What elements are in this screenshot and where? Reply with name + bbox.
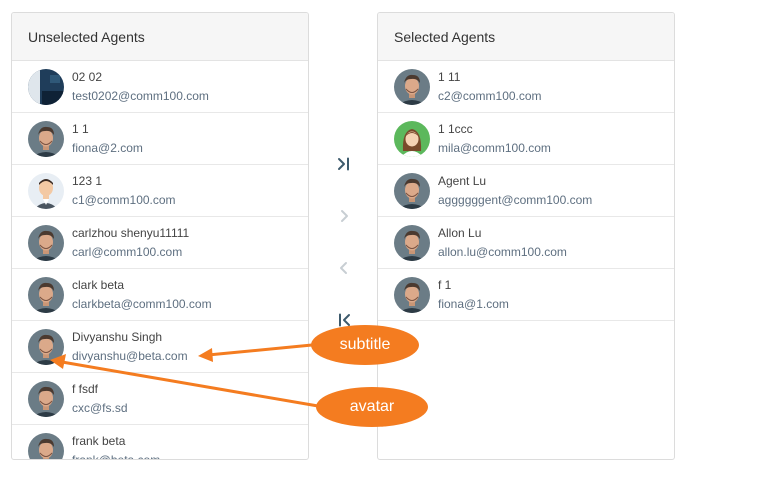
agent-list-item[interactable]: 02 02 test0202@comm100.com (12, 61, 308, 113)
agent-name: frank beta (72, 433, 126, 448)
agent-avatar (28, 224, 64, 261)
agent-info: 1 11 c2@comm100.com (438, 68, 542, 106)
agent-list-item[interactable]: 1 1 fiona@2.com (12, 113, 308, 165)
agent-name: 02 02 (72, 69, 103, 84)
agent-info: frank beta frank@beta.com (72, 432, 161, 460)
agent-avatar (28, 68, 64, 105)
agent-name: clark beta (72, 277, 125, 292)
agent-email: cxc@fs.sd (72, 400, 128, 415)
agent-email: divyanshu@beta.com (72, 348, 188, 363)
unselected-agents-list: 02 02 test0202@comm100.com 1 1 fiona@2.com 1… (12, 61, 308, 460)
agent-list-item[interactable]: Allon Lu allon.lu@comm100.com (378, 217, 674, 269)
agent-info: Allon Lu allon.lu@comm100.com (438, 224, 567, 262)
agent-email: aggggggent@comm100.com (438, 192, 593, 207)
chevron-left-icon (340, 262, 347, 274)
agent-list-item[interactable]: f 1 fiona@1.com (378, 269, 674, 321)
agent-email: c1@comm100.com (72, 192, 176, 207)
agent-avatar (394, 120, 430, 157)
agent-info: 1 1ccc mila@comm100.com (438, 120, 551, 158)
agent-name: carlzhou shenyu11111 (72, 225, 190, 240)
agent-list-item[interactable]: Agent Lu aggggggent@comm100.com (378, 165, 674, 217)
agent-info: f 1 fiona@1.com (438, 276, 509, 314)
agent-email: test0202@comm100.com (72, 88, 209, 103)
agent-list-item[interactable]: f fsdf cxc@fs.sd (12, 373, 308, 425)
agent-name: 1 1ccc (438, 121, 473, 136)
agent-email: c2@comm100.com (438, 88, 542, 103)
agent-avatar (28, 172, 64, 209)
agent-email: carl@comm100.com (72, 244, 183, 259)
move-all-right-icon (338, 157, 349, 171)
agent-avatar (394, 276, 430, 313)
agent-info: carlzhou shenyu11111 carl@comm100.com (72, 224, 189, 262)
agent-avatar (28, 380, 64, 417)
agent-name: 1 1 (72, 121, 89, 136)
agent-avatar (394, 172, 430, 209)
chevron-right-icon (341, 210, 348, 222)
agent-list-item[interactable]: Divyanshu Singh divyanshu@beta.com (12, 321, 308, 373)
agent-email: frank@beta.com (72, 452, 161, 460)
agent-name: Divyanshu Singh (72, 329, 163, 344)
move-left-button[interactable] (330, 254, 358, 282)
agent-list-item[interactable]: 1 1ccc mila@comm100.com (378, 113, 674, 165)
agent-avatar (394, 224, 430, 261)
agent-list-item[interactable]: clark beta clarkbeta@comm100.com (12, 269, 308, 321)
agent-list-item[interactable]: 1 11 c2@comm100.com (378, 61, 674, 113)
unselected-agents-panel: Unselected Agents 02 02 test0202@comm100.… (11, 12, 309, 460)
agent-list-item[interactable]: carlzhou shenyu11111 carl@comm100.com (12, 217, 308, 269)
agent-avatar (28, 276, 64, 313)
agent-avatar (28, 120, 64, 157)
panel-title: Selected Agents (378, 13, 674, 61)
subtitle-callout: subtitle (311, 325, 419, 365)
agent-avatar (28, 328, 64, 365)
selected-agents-panel: Selected Agents 1 11 c2@comm100.com 1 1ccc… (377, 12, 675, 460)
agent-email: allon.lu@comm100.com (438, 244, 567, 259)
agent-name: Allon Lu (438, 225, 482, 240)
move-all-right-button[interactable] (330, 150, 358, 178)
agent-info: clark beta clarkbeta@comm100.com (72, 276, 212, 314)
agent-name: 1 11 (438, 69, 461, 84)
agent-email: fiona@2.com (72, 140, 143, 155)
agent-info: f fsdf cxc@fs.sd (72, 380, 128, 418)
agent-avatar (394, 68, 430, 105)
agent-info: Agent Lu aggggggent@comm100.com (438, 172, 592, 210)
agent-name: f fsdf (72, 381, 99, 396)
agent-info: 02 02 test0202@comm100.com (72, 68, 209, 106)
panel-title: Unselected Agents (12, 13, 308, 61)
avatar-callout: avatar (316, 387, 428, 427)
agent-email: clarkbeta@comm100.com (72, 296, 212, 311)
move-right-button[interactable] (330, 202, 358, 230)
agent-list-item[interactable]: frank beta frank@beta.com (12, 425, 308, 460)
agent-name: 123 1 (72, 173, 103, 188)
agent-avatar (28, 432, 64, 459)
agent-list-item[interactable]: 123 1 c1@comm100.com (12, 165, 308, 217)
agent-email: fiona@1.com (438, 296, 509, 311)
agent-name: Agent Lu (438, 173, 487, 188)
agent-info: 123 1 c1@comm100.com (72, 172, 176, 210)
agent-info: Divyanshu Singh divyanshu@beta.com (72, 328, 188, 366)
agent-name: f 1 (438, 277, 452, 292)
agent-info: 1 1 fiona@2.com (72, 120, 143, 158)
agent-email: mila@comm100.com (438, 140, 551, 155)
selected-agents-list: 1 11 c2@comm100.com 1 1ccc mila@comm100.com… (378, 61, 674, 321)
